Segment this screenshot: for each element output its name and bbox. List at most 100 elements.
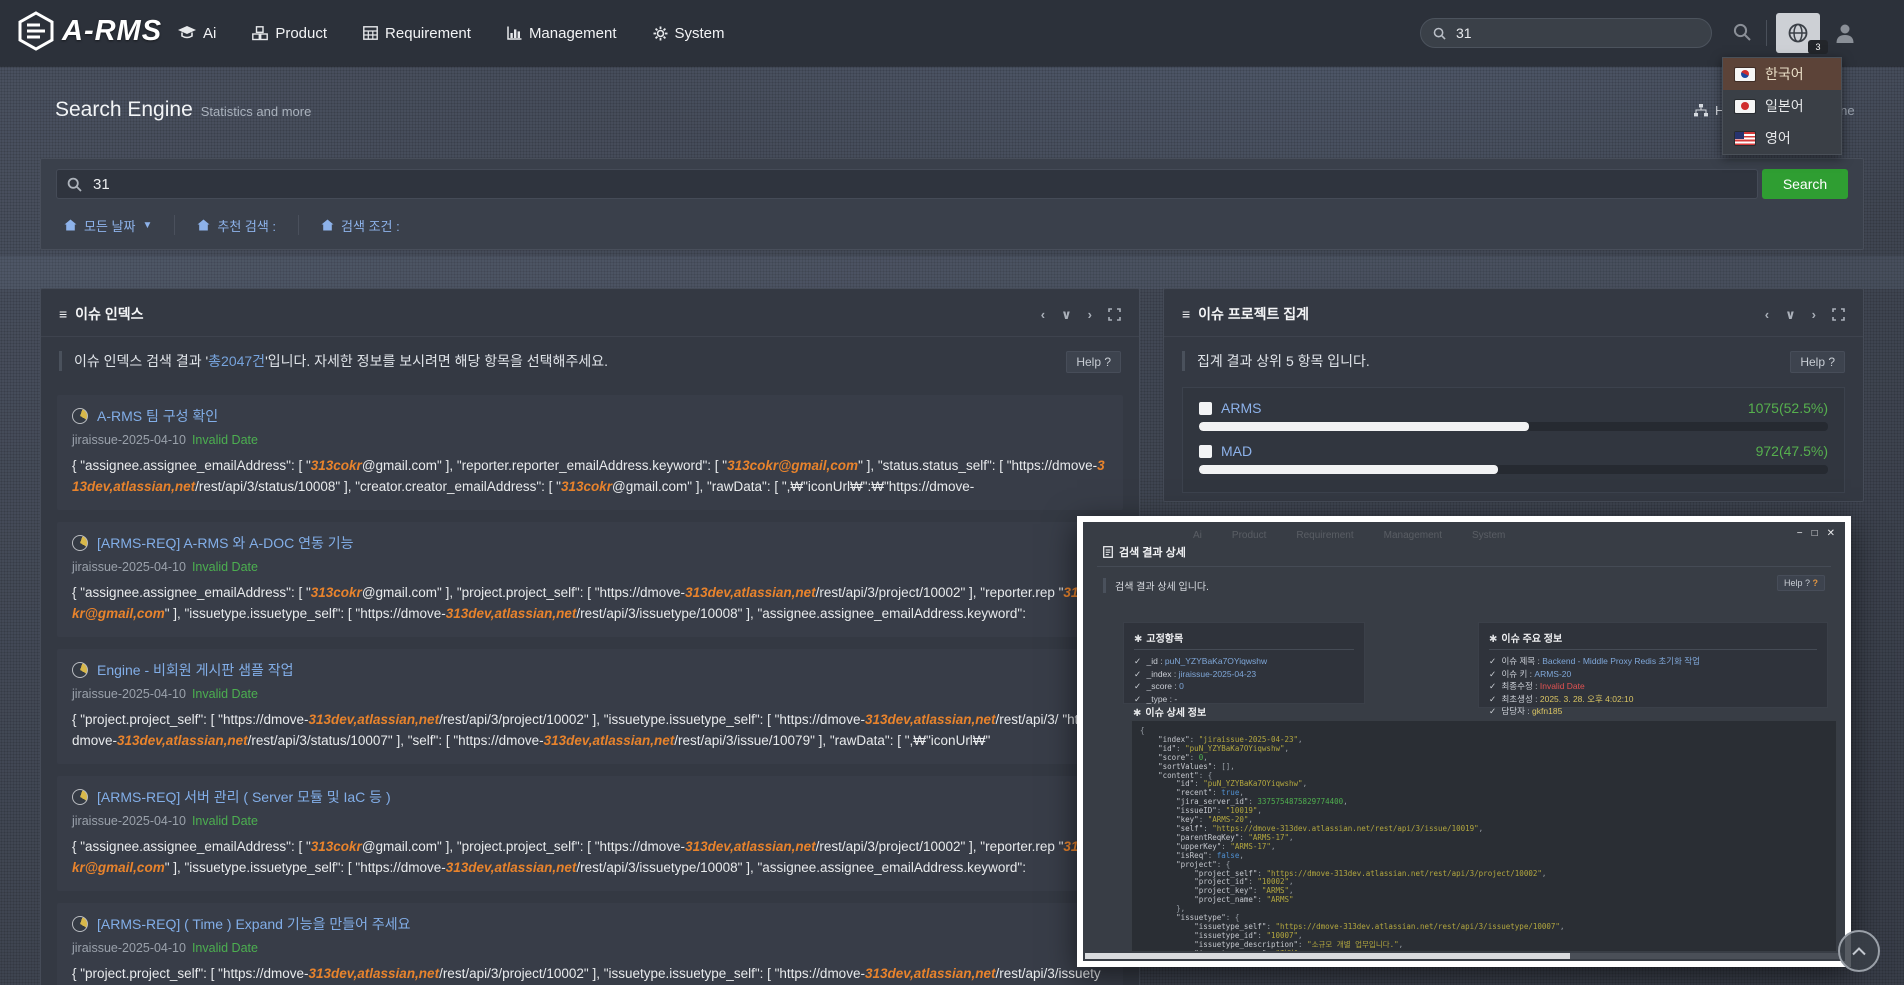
nav-item-management[interactable]: Management	[507, 25, 617, 42]
snippet-text: { "assignee.assignee_emailAddress": [ "	[72, 839, 311, 854]
nav-menu: Ai Product Requirement Management System	[178, 0, 725, 66]
checkbox-icon[interactable]	[1199, 402, 1212, 415]
nav-item-requirement[interactable]: Requirement	[363, 25, 471, 42]
result-title-link[interactable]: A-RMS 팀 구성 확인	[72, 406, 1108, 426]
filter-0[interactable]: 모든 날짜▼	[56, 215, 175, 235]
project-label-link[interactable]: ARMS	[1199, 400, 1261, 416]
result-row[interactable]: A-RMS 팀 구성 확인jiraissue-2025-04-10Invalid…	[57, 395, 1123, 510]
chevron-left-icon[interactable]: ‹	[1041, 308, 1045, 321]
language-option-jp[interactable]: 일본어	[1723, 90, 1841, 122]
result-row[interactable]: Engine - 비회원 게시판 샘플 작업jiraissue-2025-04-…	[57, 649, 1123, 764]
snippet-text: { "assignee.assignee_emailAddress": [ "	[72, 585, 311, 600]
filter-2[interactable]: 검색 조건 :	[299, 215, 422, 235]
highlighted-term: 313cokr	[311, 585, 362, 600]
result-date: Invalid Date	[192, 687, 258, 701]
json-line: "project_name": "ARMS"	[1140, 896, 1828, 905]
result-title-link[interactable]: [ARMS-REQ] A-RMS 와 A-DOC 연동 기능	[72, 533, 1108, 553]
main-search-input[interactable]	[91, 175, 1747, 194]
scroll-to-top-button[interactable]	[1838, 930, 1880, 972]
field-item: ✓ 이슈 키 : ARMS-20	[1489, 668, 1817, 681]
page-subtitle: Statistics and more	[201, 104, 312, 119]
ghost-menu-item: Requirement	[1296, 530, 1353, 541]
help-button[interactable]: Help ?	[1790, 351, 1845, 373]
project-label-link[interactable]: MAD	[1199, 443, 1252, 459]
ghost-menu-item: Management	[1384, 530, 1442, 541]
aggregation-row: MAD972(47.5%)	[1199, 443, 1828, 459]
nav-item-product[interactable]: Product	[252, 25, 327, 42]
field-item: ✓ 담당자 : gkfn185	[1489, 705, 1817, 718]
chevron-down-icon[interactable]: ∨	[1785, 308, 1796, 321]
result-row[interactable]: [ARMS-REQ] ( Time ) Expand 기능을 만들어 주세요ji…	[57, 903, 1123, 985]
search-icon[interactable]	[1733, 23, 1751, 41]
language-badge: 3	[1808, 40, 1828, 54]
filter-label: 검색 조건 :	[341, 216, 400, 235]
result-row[interactable]: [ARMS-REQ] A-RMS 와 A-DOC 연동 기능jiraissue-…	[57, 522, 1123, 637]
expand-icon[interactable]	[1108, 308, 1121, 321]
panel-controls: ‹ ∨ ›	[1765, 308, 1845, 321]
help-button[interactable]: Help ?	[1066, 351, 1121, 373]
issue-type-icon	[72, 535, 88, 551]
navbar-search[interactable]	[1420, 18, 1712, 48]
result-title-text: Engine - 비회원 게시판 샘플 작업	[97, 660, 294, 680]
close-icon[interactable]: ✕	[1827, 528, 1835, 539]
app-logo[interactable]: A-RMS	[18, 11, 162, 51]
asterisk-icon: ✱	[1489, 634, 1497, 645]
field-item: ✓ _id : puN_YZYBaKa7OYiqwshw	[1134, 655, 1354, 668]
aggregation-row: ARMS1075(52.5%)	[1199, 400, 1828, 416]
field-label: 담당자 :	[1499, 706, 1532, 716]
app-root: A-RMS Ai Product Requirement Management Syst…	[0, 0, 1904, 985]
field-item: ✓ _score : 0	[1134, 680, 1354, 693]
fixed-fields-panel: ✱고정항목 ✓ _id : puN_YZYBaKa7OYiqwshw✓ _ind…	[1123, 622, 1365, 704]
chevron-right-icon[interactable]: ›	[1812, 308, 1816, 321]
progress-bar	[1199, 465, 1828, 474]
nav-item-system[interactable]: System	[653, 25, 725, 42]
check-icon: ✓	[1489, 681, 1496, 691]
snippet-text: " ], "status.status_self": [ "https://dm…	[858, 458, 1097, 473]
field-label: 이슈 제목 :	[1499, 656, 1542, 666]
scrollbar-thumb[interactable]	[1085, 953, 1570, 959]
ghost-menu-item: Product	[1232, 530, 1266, 541]
maximize-icon[interactable]: □	[1812, 528, 1818, 539]
minimize-icon[interactable]: −	[1797, 528, 1803, 539]
horizontal-scrollbar[interactable]	[1085, 953, 1843, 959]
json-line: "issuetype_name": "작업",	[1140, 950, 1828, 952]
result-title-link[interactable]: [ARMS-REQ] ( Time ) Expand 기능을 만들어 주세요	[72, 914, 1108, 934]
nav-item-ai[interactable]: Ai	[178, 25, 216, 42]
language-option-kr[interactable]: 한국어	[1723, 58, 1841, 90]
user-icon[interactable]	[1834, 22, 1856, 44]
highlighted-term: 313dev,atlassian,net	[308, 712, 439, 727]
field-label: _score :	[1144, 681, 1179, 691]
chevron-down-icon[interactable]: ∨	[1061, 308, 1072, 321]
result-row[interactable]: [ARMS-REQ] 서버 관리 ( Server 모듈 및 IaC 등 )ji…	[57, 776, 1123, 891]
result-count-link[interactable]: 총2047건	[208, 353, 265, 369]
expand-icon[interactable]	[1832, 308, 1845, 321]
nav-item-label: Requirement	[385, 25, 471, 42]
field-item: ✓ 최초생성 : 2025. 3. 28. 오후 4:02:10	[1489, 693, 1817, 706]
json-line: "score": 0,	[1140, 754, 1828, 763]
highlighted-term: 313dev,atlassian,net	[308, 966, 439, 981]
nav-item-label: System	[675, 25, 725, 42]
graduation-cap-icon	[178, 26, 196, 40]
language-option-us[interactable]: 영어	[1723, 122, 1841, 154]
search-button[interactable]: Search	[1762, 169, 1848, 199]
result-title-link[interactable]: Engine - 비회원 게시판 샘플 작업	[72, 660, 1108, 680]
search-icon	[1433, 27, 1446, 40]
highlighted-term: 313dev,atlassian,net	[685, 839, 816, 854]
help-button[interactable]: Help ? ?	[1777, 575, 1825, 591]
issue-index-info: 이슈 인덱스 검색 결과 '총2047건'입니다. 자세한 정보를 보시려면 해…	[59, 351, 608, 371]
issue-index-panel: ≡ 이슈 인덱스 ‹ ∨ › 이슈 인덱스 검색 결과 '총2047건'입니다.…	[40, 288, 1140, 985]
main-search-field[interactable]	[56, 169, 1758, 199]
result-date: Invalid Date	[192, 433, 258, 447]
result-snippet: { "assignee.assignee_emailAddress": [ "3…	[72, 455, 1108, 497]
field-value: 0	[1179, 681, 1184, 691]
filter-1[interactable]: 추천 검색 :	[175, 215, 299, 235]
hamburger-icon: ≡	[1182, 306, 1190, 322]
chevron-left-icon[interactable]: ‹	[1765, 308, 1769, 321]
checkbox-icon[interactable]	[1199, 445, 1212, 458]
issue-type-icon	[72, 408, 88, 424]
navbar-search-input[interactable]	[1454, 24, 1699, 42]
ghost-menu-item: Ai	[1193, 530, 1202, 541]
chevron-right-icon[interactable]: ›	[1088, 308, 1092, 321]
result-title-link[interactable]: [ARMS-REQ] 서버 관리 ( Server 모듈 및 IaC 등 )	[72, 787, 1108, 807]
snippet-text: " ], "issuetype.issuetype_self": [ "http…	[165, 606, 446, 621]
